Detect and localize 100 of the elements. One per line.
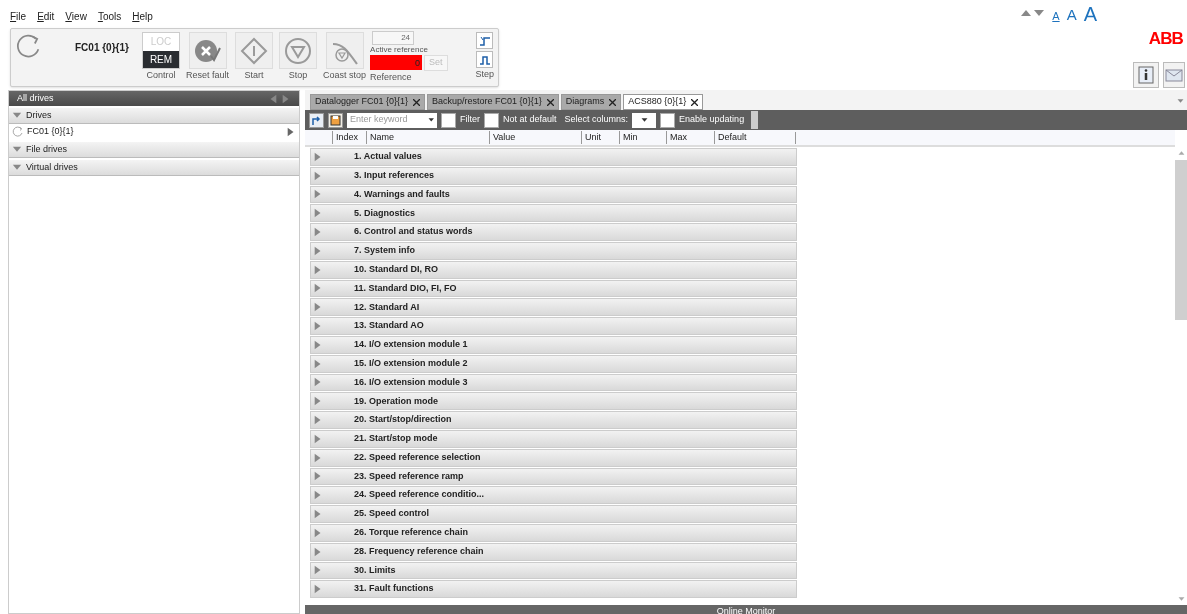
- parameter-group-row[interactable]: 22. Speed reference selection: [310, 448, 797, 467]
- column-header[interactable]: Unit: [581, 130, 619, 145]
- group-name: 26. Torque reference chain: [354, 526, 468, 540]
- save-button[interactable]: [328, 112, 343, 128]
- group-name: 4. Warnings and faults: [354, 187, 450, 201]
- scroll-down-icon: [1177, 596, 1185, 603]
- reference-field[interactable]: 0: [370, 55, 423, 70]
- column-header[interactable]: Value: [489, 130, 581, 145]
- control-option[interactable]: REM: [143, 50, 179, 68]
- parameter-group-row[interactable]: 13. Standard AO: [310, 317, 797, 335]
- parameter-group-row[interactable]: 31. Fault functions: [310, 580, 797, 599]
- previous-icon: [268, 93, 278, 104]
- checkbox[interactable]: [441, 112, 456, 128]
- parameter-group-row[interactable]: 5. Diagnostics: [310, 204, 797, 223]
- parameter-group-row[interactable]: 23. Speed reference ramp: [310, 467, 797, 486]
- menu-item[interactable]: File: [10, 9, 27, 24]
- font-size-button[interactable]: A: [1066, 6, 1077, 22]
- column-header[interactable]: Index: [332, 130, 366, 145]
- expand-icon: [313, 564, 323, 577]
- action-button[interactable]: [188, 32, 227, 69]
- action-button[interactable]: [279, 32, 318, 69]
- step-pulse-icon: [478, 53, 491, 66]
- group-name: 30. Limits: [354, 563, 396, 577]
- upload-button[interactable]: [309, 112, 324, 128]
- menu-item[interactable]: Help: [132, 9, 153, 24]
- action-label: Start: [244, 69, 264, 82]
- expand-icon: [313, 583, 323, 596]
- group-name: 28. Frequency reference chain: [354, 544, 484, 558]
- expand-icon: [313, 357, 323, 370]
- group-header[interactable]: Drives: [9, 108, 299, 124]
- font-size-button[interactable]: A: [1052, 10, 1060, 22]
- action-button[interactable]: [325, 32, 364, 69]
- step-chart-button[interactable]: [476, 32, 494, 49]
- parameter-group-row[interactable]: 26. Torque reference chain: [310, 523, 797, 542]
- menu-item[interactable]: Tools: [97, 9, 122, 24]
- close-icon[interactable]: [609, 98, 617, 106]
- expand-icon: [313, 169, 323, 182]
- arrow-icon: [311, 114, 322, 126]
- parameter-group-row[interactable]: 7. System info: [310, 242, 797, 260]
- expand-icon: [313, 414, 323, 427]
- close-icon[interactable]: [546, 98, 554, 106]
- expand-icon: [313, 489, 323, 502]
- parameter-group-row[interactable]: 11. Standard DIO, FI, FO: [310, 279, 797, 298]
- search-field[interactable]: Enter keyword: [347, 112, 437, 128]
- columns-dropdown[interactable]: [632, 112, 657, 128]
- stop-icon: [283, 35, 314, 66]
- parameter-group-row[interactable]: 1. Actual values: [310, 148, 797, 166]
- toolbar-handle[interactable]: [751, 111, 759, 129]
- expand-icon: [313, 526, 323, 539]
- tab[interactable]: Backup/restore FC01 {0}{1}: [427, 94, 559, 110]
- menu-item[interactable]: View: [65, 9, 87, 24]
- parameter-group-row[interactable]: 21. Start/stop mode: [310, 429, 797, 448]
- parameter-group-row[interactable]: 4. Warnings and faults: [310, 185, 797, 204]
- parameter-group-row[interactable]: 6. Control and status words: [310, 223, 797, 241]
- parameter-group-row[interactable]: 24. Speed reference conditio...: [310, 486, 797, 505]
- group-header[interactable]: File drives: [9, 142, 299, 158]
- column-header[interactable]: Default: [714, 130, 795, 145]
- checkbox[interactable]: [660, 112, 676, 128]
- tab[interactable]: Diagrams: [560, 94, 622, 110]
- checkbox[interactable]: [484, 112, 499, 128]
- tab[interactable]: Datalogger FC01 {0}{1}: [310, 94, 426, 110]
- group-header[interactable]: Virtual drives: [9, 160, 299, 176]
- parameter-group-row[interactable]: 12. Standard AI: [310, 298, 797, 317]
- parameter-group-row[interactable]: 30. Limits: [310, 561, 797, 580]
- group-name: 7. System info: [354, 244, 416, 258]
- abb-logo: ABB: [1148, 28, 1183, 50]
- info-button[interactable]: [1133, 61, 1159, 88]
- expand-icon: [313, 150, 323, 163]
- font-size-button[interactable]: A: [1083, 4, 1097, 24]
- drive-label: FC01 {0}{1}: [27, 125, 74, 139]
- parameter-group-row[interactable]: 14. I/O extension module 1: [310, 335, 797, 354]
- group-name: 14. I/O extension module 1: [354, 338, 468, 352]
- expand-icon: [313, 301, 323, 314]
- step-button[interactable]: [476, 51, 494, 68]
- parameter-group-row[interactable]: 25. Speed control: [310, 505, 797, 523]
- expand-icon: [313, 508, 323, 521]
- parameter-group-row[interactable]: 20. Start/stop/direction: [310, 411, 797, 429]
- parameter-group-row[interactable]: 28. Frequency reference chain: [310, 542, 797, 561]
- parameter-group-row[interactable]: 15. I/O extension module 2: [310, 354, 797, 373]
- parameter-group-row[interactable]: 16. I/O extension module 3: [310, 373, 797, 392]
- next-icon: [281, 93, 291, 104]
- group-name: 16. I/O extension module 3: [354, 375, 468, 389]
- column-header[interactable]: Min: [619, 130, 666, 145]
- parameter-group-row[interactable]: 3. Input references: [310, 166, 797, 185]
- action-button[interactable]: [235, 32, 274, 69]
- close-icon[interactable]: [413, 98, 421, 106]
- expand-icon: [313, 282, 323, 295]
- tab[interactable]: ACS880 {0}{1}: [623, 94, 704, 110]
- info-icon: [1138, 65, 1154, 84]
- parameter-group-row[interactable]: 10. Standard DI, RO: [310, 260, 797, 279]
- dropdown-icon: [427, 116, 434, 124]
- parameter-group-row[interactable]: 19. Operation mode: [310, 392, 797, 411]
- menu-item[interactable]: Edit: [37, 9, 55, 24]
- group-name: 20. Start/stop/direction: [354, 413, 452, 427]
- column-header[interactable]: Name: [366, 130, 489, 145]
- expand-icon: [313, 263, 323, 276]
- expand-icon: [313, 432, 323, 445]
- group-name: 6. Control and status words: [354, 225, 473, 239]
- column-header[interactable]: Max: [666, 130, 714, 145]
- close-icon[interactable]: [691, 98, 699, 106]
